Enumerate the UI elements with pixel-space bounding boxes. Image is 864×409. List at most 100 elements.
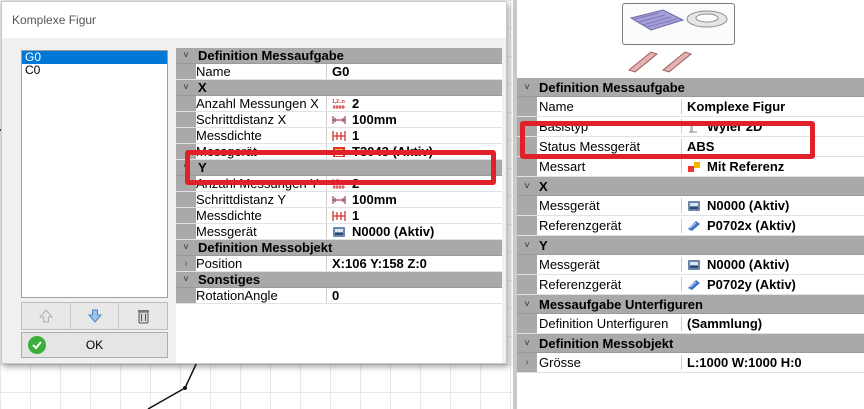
row-gutter xyxy=(176,224,196,239)
property-name: RotationAngle xyxy=(196,288,327,303)
property-value[interactable]: 100mm xyxy=(327,112,502,127)
ok-button[interactable]: OK xyxy=(21,332,168,358)
property-value[interactable]: 100mm xyxy=(327,192,502,207)
category-label: X xyxy=(198,80,207,95)
category-label: Definition Messobjekt xyxy=(539,335,674,351)
property-value[interactable]: N0000 (Aktiv) xyxy=(327,224,502,239)
property-name: Messgerät xyxy=(537,198,682,213)
property-row[interactable]: Messart Mit Referenz xyxy=(517,157,864,177)
sensor-icon xyxy=(687,279,701,291)
property-row[interactable]: Messdichte 1 xyxy=(176,128,502,144)
property-row[interactable]: Messgerät N0000 (Aktiv) xyxy=(176,224,502,240)
row-gutter xyxy=(517,157,537,176)
category-label: X xyxy=(539,178,548,194)
row-gutter xyxy=(517,97,537,116)
property-row[interactable]: Messgerät N0000 (Aktiv) xyxy=(517,255,864,275)
trash-icon xyxy=(138,310,150,324)
property-name: Messgerät xyxy=(196,224,327,239)
property-row[interactable]: Messgerät N0000 (Aktiv) xyxy=(517,196,864,216)
property-value[interactable]: Komplexe Figur xyxy=(682,99,864,114)
row-gutter xyxy=(176,96,196,111)
property-name: Messart xyxy=(537,159,682,174)
category-row[interactable]: ˅ Definition Messaufgabe xyxy=(176,48,502,64)
property-value[interactable]: Mit Referenz xyxy=(682,159,864,174)
list-item[interactable]: C0 xyxy=(22,64,167,77)
property-name: Messdichte xyxy=(196,128,327,143)
list-toolbar xyxy=(21,302,168,330)
property-row[interactable]: Schrittdistanz Y 100mm xyxy=(176,192,502,208)
property-row[interactable]: Schrittdistanz X 100mm xyxy=(176,112,502,128)
device-icon xyxy=(687,259,701,271)
property-value[interactable]: N0000 (Aktiv) xyxy=(682,198,864,213)
collapse-chevron-icon[interactable]: ˅ xyxy=(517,82,537,93)
basis-type-preview[interactable] xyxy=(622,3,735,45)
category-row[interactable]: ˅ Definition Messaufgabe xyxy=(517,78,864,97)
property-name: Schrittdistanz X xyxy=(196,112,327,127)
svg-text:1,2..n: 1,2..n xyxy=(332,99,345,105)
property-row[interactable]: Referenzgerät P0702x (Aktiv) xyxy=(517,216,864,236)
property-value[interactable]: N0000 (Aktiv) xyxy=(682,257,864,272)
collapse-chevron-icon[interactable]: ˅ xyxy=(176,242,196,253)
property-value[interactable]: 1 xyxy=(327,208,502,223)
arrow-up-icon xyxy=(38,309,53,323)
figure-list[interactable]: G0 C0 xyxy=(21,50,168,298)
surface-plate-icon xyxy=(629,9,728,31)
category-row[interactable]: ˅ X xyxy=(517,177,864,196)
collapse-chevron-icon[interactable]: ˅ xyxy=(176,82,196,93)
property-value[interactable]: (Sammlung) xyxy=(682,316,864,331)
category-row[interactable]: ˅ Definition Messobjekt xyxy=(176,240,502,256)
property-row[interactable]: Definition Unterfiguren (Sammlung) xyxy=(517,314,864,334)
property-row[interactable]: Referenzgerät P0702y (Aktiv) xyxy=(517,275,864,295)
row-gutter xyxy=(176,192,196,207)
row-gutter xyxy=(176,128,196,143)
category-label: Definition Messaufgabe xyxy=(539,79,685,95)
sensor-icon xyxy=(687,220,701,232)
row-gutter xyxy=(517,196,537,215)
property-value[interactable]: P0702y (Aktiv) xyxy=(682,277,864,292)
highlight-box xyxy=(185,150,496,185)
property-value[interactable]: 1 xyxy=(327,128,502,143)
row-gutter xyxy=(176,288,196,303)
property-row[interactable]: › Position X:106 Y:158 Z:0 xyxy=(176,256,502,272)
property-value[interactable]: G0 xyxy=(327,64,502,79)
property-name: Referenzgerät xyxy=(537,218,682,233)
property-value[interactable]: P0702x (Aktiv) xyxy=(682,218,864,233)
property-row[interactable]: Name G0 xyxy=(176,64,502,80)
property-row[interactable]: Anzahl Messungen X 1,2..n 2 xyxy=(176,96,502,112)
delete-button[interactable] xyxy=(119,303,167,329)
property-row[interactable]: › Grösse L:1000 W:1000 H:0 xyxy=(517,353,864,373)
property-value[interactable]: X:106 Y:158 Z:0 xyxy=(327,256,502,271)
property-row[interactable]: RotationAngle 0 xyxy=(176,288,502,304)
property-name: Name xyxy=(196,64,327,79)
collapse-chevron-icon[interactable]: ˅ xyxy=(517,338,537,349)
collapse-chevron-icon[interactable]: ˅ xyxy=(176,50,196,61)
property-row[interactable]: Name Komplexe Figur xyxy=(517,97,864,117)
collapse-chevron-icon[interactable]: ˅ xyxy=(517,240,537,251)
category-row[interactable]: ˅ Messaufgabe Unterfiguren xyxy=(517,295,864,314)
list-item[interactable]: G0 xyxy=(22,51,167,64)
collapse-chevron-icon[interactable]: ˅ xyxy=(176,274,196,285)
property-value-text: 100mm xyxy=(352,112,397,127)
property-value-text: N0000 (Aktiv) xyxy=(707,257,790,272)
category-row[interactable]: ˅ Definition Messobjekt xyxy=(517,334,864,353)
collapse-chevron-icon[interactable]: ˅ xyxy=(517,299,537,310)
property-value[interactable]: L:1000 W:1000 H:0 xyxy=(682,355,864,370)
property-value-text: 1 xyxy=(352,208,360,223)
category-row[interactable]: ˅ X xyxy=(176,80,502,96)
category-row[interactable]: ˅ Sonstiges xyxy=(176,272,502,288)
property-value-text: 100mm xyxy=(352,192,397,207)
property-value-text: N0000 (Aktiv) xyxy=(352,224,435,239)
dialog-property-grid: ˅ Definition Messaufgabe Name G0 ˅ X Anzahl Me… xyxy=(176,48,502,363)
row-gutter xyxy=(176,64,196,79)
property-name: Grösse xyxy=(537,355,682,370)
count-icon: 1,2..n xyxy=(332,98,346,110)
property-value[interactable]: 0 xyxy=(327,288,502,303)
move-up-button[interactable] xyxy=(22,303,71,329)
property-value[interactable]: 1,2..n 2 xyxy=(327,96,502,111)
category-row[interactable]: ˅ Y xyxy=(517,236,864,255)
dialog-body: G0 C0 OK ˅ Definition Messaufgabe Name G… xyxy=(2,38,506,363)
density-icon xyxy=(332,210,346,222)
move-down-button[interactable] xyxy=(71,303,120,329)
property-row[interactable]: Messdichte 1 xyxy=(176,208,502,224)
collapse-chevron-icon[interactable]: ˅ xyxy=(517,181,537,192)
